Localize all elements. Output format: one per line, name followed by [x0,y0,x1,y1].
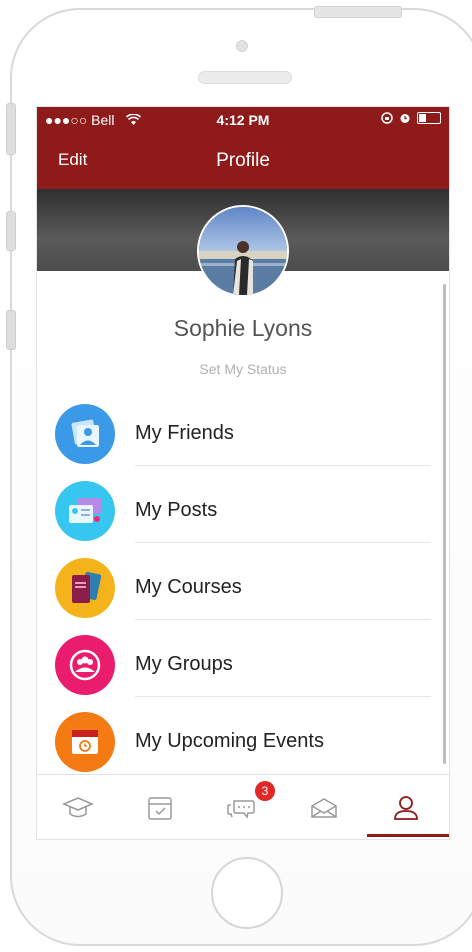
user-icon [394,796,418,820]
status-bar: ●●●○○ Bell 4:12 PM [37,107,449,133]
tab-mail[interactable] [283,783,365,833]
tab-courses[interactable] [37,783,119,833]
graduation-cap-icon [62,797,94,818]
envelope-icon [311,798,337,818]
page-title: Profile [216,150,270,171]
power-button [314,6,402,18]
menu-label: My Posts [135,499,218,521]
status-right-icons [381,112,441,124]
avatar[interactable] [197,205,289,297]
chat-bubbles-icon [227,800,255,819]
rotation-lock-icon [381,112,393,124]
menu-label: My Courses [135,576,242,598]
posts-icon [55,481,115,541]
menu-item-events[interactable]: My Upcoming Events [37,697,449,774]
battery-icon [417,112,441,124]
front-camera [236,40,248,52]
groups-icon [55,635,115,695]
active-tab-indicator [367,834,449,837]
menu-item-posts[interactable]: My Posts [37,466,449,543]
tab-bar: 3 [37,774,449,839]
earpiece-speaker [198,71,292,84]
avatar-photo [199,207,287,295]
messages-badge: 3 [255,781,275,801]
home-button[interactable] [211,857,283,929]
menu-label: My Groups [135,653,233,675]
menu-label: My Upcoming Events [135,730,324,752]
tab-profile[interactable] [365,783,447,833]
app-screen: ●●●○○ Bell 4:12 PM Edit Profile Sophie L… [37,107,449,839]
courses-icon [55,558,115,618]
tab-tasks[interactable] [119,783,201,833]
menu-item-courses[interactable]: My Courses [37,543,449,620]
menu-item-groups[interactable]: My Groups [37,620,449,697]
volume-down-button [6,310,16,350]
alarm-icon [400,114,410,123]
user-name: Sophie Lyons [173,315,313,341]
menu-item-friends[interactable]: My Friends [37,389,449,466]
menu-label: My Friends [135,422,234,444]
set-status-link[interactable]: Set My Status [37,361,449,377]
friends-icon [55,404,115,464]
nav-bar: Edit Profile [37,133,449,189]
events-icon [55,712,115,772]
profile-menu: My Friends My Posts My Courses My Groups [37,389,449,774]
checklist-icon [148,797,172,820]
mute-switch [6,103,16,155]
volume-up-button [6,211,16,251]
